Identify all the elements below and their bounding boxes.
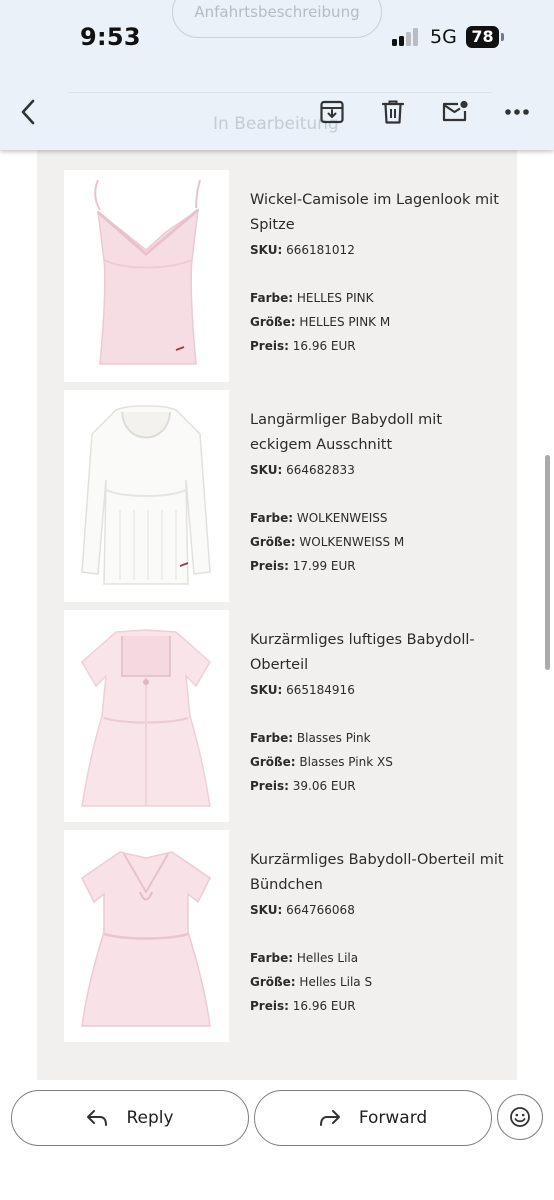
color-value: Helles Lila [296,951,359,965]
sku-line: SKU: 665184916 [250,678,505,702]
price-label: Preis: [250,999,289,1013]
sku-value: 664766068 [286,903,355,917]
bottom-action-bar: Reply Forward [0,1080,554,1200]
size-label: Größe: [250,975,296,989]
emoji-reaction-button[interactable] [497,1094,543,1140]
scrollbar-thumb[interactable] [545,455,550,670]
signal-strength-icon [392,28,422,46]
price-label: Preis: [250,559,289,573]
color-line: Farbe: Helles Lila [250,946,505,970]
product-title[interactable]: Kurzärmliges luftiges Babydoll-Oberteil [250,628,505,678]
list-item: Kurzärmliges luftiges Babydoll-Oberteil … [37,606,517,826]
product-image[interactable] [64,390,229,602]
price-line: Preis: 16.96 EUR [250,334,505,358]
size-label: Größe: [250,315,296,329]
sku-value: 666181012 [286,243,355,257]
product-info: Kurzärmliges Babydoll-Oberteil mit Bündc… [250,848,505,1018]
mark-unread-icon[interactable] [437,94,473,130]
battery-tip [501,33,504,41]
size-line: Größe: WOLKENWEISS M [250,530,505,554]
sku-label: SKU: [250,463,283,477]
list-item: Wickel-Camisole im Lagenlook mit Spitze … [37,166,517,386]
divider [68,92,492,93]
product-image[interactable] [64,610,229,822]
email-body: Wickel-Camisole im Lagenlook mit Spitze … [37,148,517,1080]
color-label: Farbe: [250,731,294,745]
price-value: 16.96 EUR [292,339,356,353]
color-label: Farbe: [250,291,294,305]
product-title[interactable]: Kurzärmliges Babydoll-Oberteil mit Bündc… [250,848,505,898]
price-value: 17.99 EUR [292,559,356,573]
reply-button[interactable]: Reply [11,1090,249,1146]
forward-label: Forward [358,1108,428,1128]
battery-icon: 78 [466,26,499,48]
list-item: Kurzärmliges Babydoll-Oberteil mit Bündc… [37,826,517,1046]
garment-shape [97,208,199,365]
size-label: Größe: [250,755,296,769]
color-value: Blasses Pink [296,731,371,745]
price-value: 16.96 EUR [292,999,356,1013]
price-label: Preis: [250,339,289,353]
size-value: HELLES PINK M [299,315,391,329]
color-value: HELLES PINK [296,291,374,305]
back-arrow-icon[interactable] [11,94,47,130]
size-line: Größe: HELLES PINK M [250,310,505,334]
list-item: Langärmliger Babydoll mit eckigem Aussch… [37,386,517,606]
size-label: Größe: [250,535,296,549]
sku-line: SKU: 664682833 [250,458,505,482]
sku-label: SKU: [250,903,283,917]
directions-button-faded: Anfahrtsbeschreibung [172,0,382,38]
product-title[interactable]: Wickel-Camisole im Lagenlook mit Spitze [250,188,505,238]
trash-icon[interactable] [375,94,411,130]
product-image[interactable] [64,170,229,382]
price-line: Preis: 39.06 EUR [250,774,505,798]
sku-label: SKU: [250,243,283,257]
color-line: Farbe: WOLKENWEISS [250,506,505,530]
network-type: 5G [430,26,457,48]
status-time: 9:53 [80,23,141,51]
forward-icon [319,1110,340,1126]
price-label: Preis: [250,779,289,793]
size-line: Größe: Blasses Pink XS [250,750,505,774]
size-value: Blasses Pink XS [299,755,393,769]
size-value: WOLKENWEISS M [299,535,405,549]
product-info: Langärmliger Babydoll mit eckigem Aussch… [250,408,505,578]
product-info: Kurzärmliges luftiges Babydoll-Oberteil … [250,628,505,798]
reply-label: Reply [126,1108,174,1128]
price-line: Preis: 17.99 EUR [250,554,505,578]
product-image[interactable] [64,830,229,1042]
reply-icon [87,1110,108,1126]
garment-shape [94,179,201,211]
sku-label: SKU: [250,683,283,697]
sku-line: SKU: 664766068 [250,898,505,922]
smiley-icon [510,1107,530,1127]
top-app-bar: Anfahrtsbeschreibung In Bearbeitung 9:53… [0,0,554,150]
color-line: Farbe: Blasses Pink [250,726,505,750]
forward-button[interactable]: Forward [254,1090,492,1146]
size-line: Größe: Helles Lila S [250,970,505,994]
more-vert-icon[interactable] [499,94,535,130]
color-label: Farbe: [250,511,294,525]
color-line: Farbe: HELLES PINK [250,286,505,310]
size-value: Helles Lila S [299,975,373,989]
product-info: Wickel-Camisole im Lagenlook mit Spitze … [250,188,505,358]
color-value: WOLKENWEISS [296,511,388,525]
price-value: 39.06 EUR [292,779,356,793]
color-label: Farbe: [250,951,294,965]
product-title[interactable]: Langärmliger Babydoll mit eckigem Aussch… [250,408,505,458]
sku-line: SKU: 666181012 [250,238,505,262]
sku-value: 665184916 [286,683,355,697]
archive-icon[interactable] [314,94,350,130]
sku-value: 664682833 [286,463,355,477]
price-line: Preis: 16.96 EUR [250,994,505,1018]
